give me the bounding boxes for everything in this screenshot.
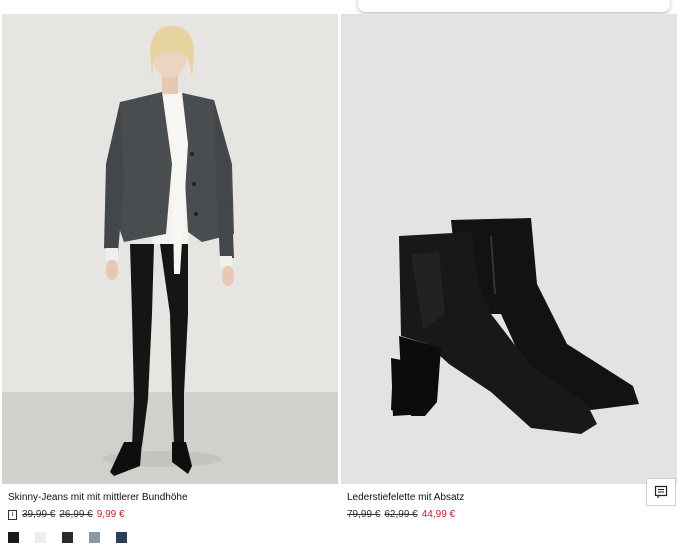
product-name[interactable]: Skinny-Jeans mit mit mittlerer Bundhöhe bbox=[8, 492, 188, 503]
boots-photo bbox=[341, 14, 677, 484]
product-card-jeans: Skinny-Jeans mit mit mittlerer Bundhöhe … bbox=[2, 14, 338, 557]
chat-button[interactable] bbox=[646, 478, 676, 506]
sale-price: 9,99 € bbox=[96, 509, 125, 520]
product-name[interactable]: Lederstiefelette mit Absatz bbox=[347, 492, 464, 503]
previous-price: 62,99 € bbox=[384, 509, 418, 520]
color-swatch-light-blue[interactable] bbox=[89, 532, 100, 543]
color-swatches bbox=[8, 532, 127, 543]
floating-panel bbox=[358, 0, 670, 12]
top-bar bbox=[0, 0, 677, 14]
price-row: i 39,99 € 26,99 € 9,99 € bbox=[8, 509, 125, 520]
color-swatch-navy[interactable] bbox=[116, 532, 127, 543]
chat-icon bbox=[654, 485, 668, 498]
original-price: 39,99 € bbox=[22, 509, 56, 520]
sale-price: 44,99 € bbox=[421, 509, 456, 520]
product-image-jeans[interactable] bbox=[2, 14, 338, 484]
color-swatch-black[interactable] bbox=[8, 532, 19, 543]
previous-price: 26,99 € bbox=[59, 509, 93, 520]
product-image-boots[interactable] bbox=[341, 14, 677, 484]
color-swatch-white[interactable] bbox=[35, 532, 46, 543]
product-card-boots: Lederstiefelette mit Absatz 79,99 € 62,9… bbox=[341, 14, 677, 557]
info-icon[interactable]: i bbox=[8, 509, 17, 520]
original-price: 79,99 € bbox=[347, 509, 381, 520]
price-row: 79,99 € 62,99 € 44,99 € bbox=[347, 509, 455, 520]
model-photo bbox=[2, 14, 338, 484]
color-swatch-dark-grey[interactable] bbox=[62, 532, 73, 543]
